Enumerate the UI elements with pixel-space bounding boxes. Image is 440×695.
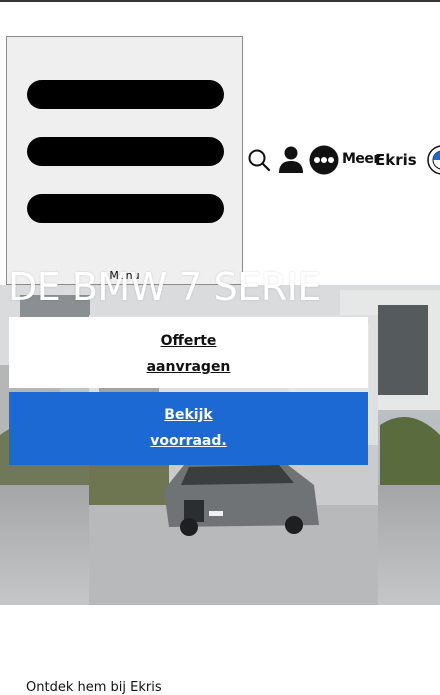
top-border <box>0 0 440 2</box>
view-stock-label-line1: Bekijk <box>164 407 213 423</box>
request-quote-button[interactable]: Offerte aanvragen <box>9 317 368 388</box>
view-stock-label-line2: voorraad. <box>150 433 227 449</box>
dealer-name[interactable]: Ekris <box>375 151 417 169</box>
view-stock-button[interactable]: Bekijk voorraad. <box>9 392 368 465</box>
bmw-logo-icon[interactable] <box>427 145 440 175</box>
hero-title: DE BMW 7 SERIE <box>8 265 321 309</box>
menu-button[interactable]: Menu <box>6 36 243 285</box>
search-icon[interactable] <box>247 148 271 172</box>
discover-heading: Ontdek hem bij Ekris <box>26 680 162 695</box>
request-quote-label-line1: Offerte <box>160 333 217 349</box>
hamburger-bar <box>27 137 224 166</box>
hamburger-bar <box>27 80 224 109</box>
request-quote-label-line2: aanvragen <box>146 359 231 375</box>
more-icon[interactable] <box>309 145 339 175</box>
hamburger-bar <box>27 194 224 223</box>
user-icon[interactable] <box>278 146 304 174</box>
